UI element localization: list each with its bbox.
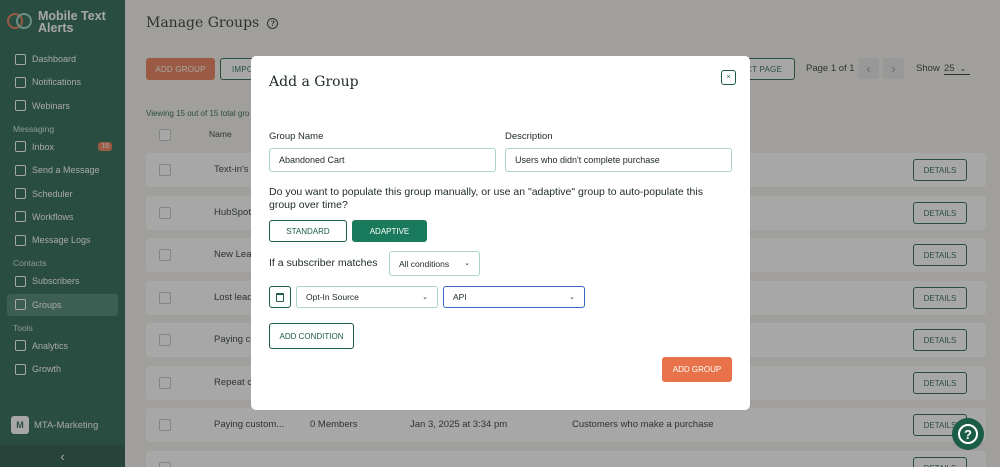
standard-toggle[interactable]: STANDARD xyxy=(269,220,347,242)
help-chat-button[interactable]: ? xyxy=(952,418,984,450)
condition-value: API xyxy=(453,292,467,302)
group-name-label: Group Name xyxy=(269,131,324,142)
question-icon: ? xyxy=(958,424,978,444)
description-input[interactable]: Users who didn't complete purchase xyxy=(505,148,732,172)
description-label: Description xyxy=(505,131,553,142)
matches-value: All conditions xyxy=(399,258,450,269)
adaptive-toggle[interactable]: ADAPTIVE xyxy=(352,220,427,242)
modal-title: Add a Group xyxy=(269,74,359,90)
delete-condition-button[interactable] xyxy=(269,286,291,308)
condition-field-value: Opt-In Source xyxy=(306,292,359,302)
close-icon[interactable]: × xyxy=(721,70,736,85)
matches-label: If a subscriber matches xyxy=(269,257,378,269)
chevron-down-icon: ⌄ xyxy=(569,294,575,301)
add-condition-button[interactable]: ADD CONDITION xyxy=(269,323,354,349)
condition-field-select[interactable]: Opt-In Source ⌄ xyxy=(296,286,438,308)
matches-select[interactable]: All conditions ⌄ xyxy=(389,251,480,276)
chevron-down-icon: ⌄ xyxy=(464,260,470,267)
condition-value-select[interactable]: API ⌄ xyxy=(443,286,585,308)
add-group-modal: Add a Group × Group Name Abandoned Cart … xyxy=(251,56,750,410)
submit-add-group-button[interactable]: ADD GROUP xyxy=(662,357,732,382)
group-type-question: Do you want to populate this group manua… xyxy=(269,186,703,211)
group-name-input[interactable]: Abandoned Cart xyxy=(269,148,496,172)
trash-icon xyxy=(276,292,284,302)
chevron-down-icon: ⌄ xyxy=(422,294,428,301)
